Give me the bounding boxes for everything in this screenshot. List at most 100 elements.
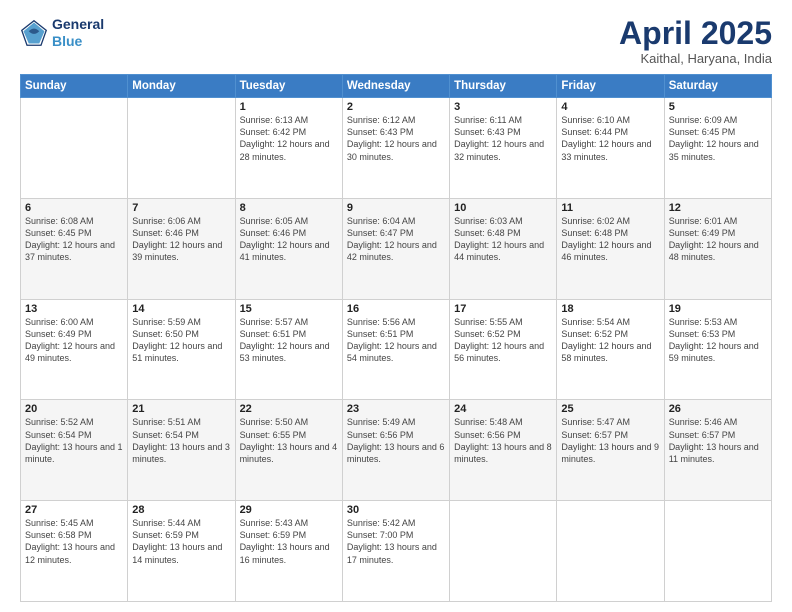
cell-info: Sunrise: 6:09 AMSunset: 6:45 PMDaylight:… <box>669 115 759 161</box>
day-number: 28 <box>132 504 230 516</box>
cell-info: Sunrise: 5:57 AMSunset: 6:51 PMDaylight:… <box>240 317 330 363</box>
logo-text: General Blue <box>52 16 104 50</box>
weekday-header-tuesday: Tuesday <box>235 75 342 98</box>
cell-info: Sunrise: 5:52 AMSunset: 6:54 PMDaylight:… <box>25 417 123 463</box>
cell-info: Sunrise: 6:03 AMSunset: 6:48 PMDaylight:… <box>454 216 544 262</box>
day-number: 2 <box>347 101 445 113</box>
calendar-cell: 9Sunrise: 6:04 AMSunset: 6:47 PMDaylight… <box>342 198 449 299</box>
calendar-cell: 2 Sunrise: 6:12 AMSunset: 6:43 PMDaylight… <box>342 98 449 199</box>
calendar-cell: 15 Sunrise: 5:57 AMSunset: 6:51 PMDayligh… <box>235 299 342 400</box>
cell-info: Sunrise: 6:00 AMSunset: 6:49 PMDaylight:… <box>25 317 115 363</box>
cell-info: Sunrise: 5:51 AMSunset: 6:54 PMDaylight:… <box>132 417 230 463</box>
day-number: 14 <box>132 303 230 315</box>
cell-info: Sunrise: 5:45 AMSunset: 6:58 PMDaylight:… <box>25 518 115 564</box>
calendar-cell: 6Sunrise: 6:08 AMSunset: 6:45 PMDaylight… <box>21 198 128 299</box>
day-number: 27 <box>25 504 123 516</box>
calendar-cell: 19Sunrise: 5:53 AMSunset: 6:53 PMDayligh… <box>664 299 771 400</box>
calendar-cell: 21 Sunrise: 5:51 AMSunset: 6:54 PMDayligh… <box>128 400 235 501</box>
cell-info: Sunrise: 6:10 AMSunset: 6:44 PMDaylight:… <box>561 115 651 161</box>
day-number: 21 <box>132 403 230 415</box>
day-number: 8 <box>240 202 338 214</box>
calendar-cell <box>21 98 128 199</box>
weekday-header-thursday: Thursday <box>450 75 557 98</box>
day-number: 16 <box>347 303 445 315</box>
weekday-header-saturday: Saturday <box>664 75 771 98</box>
cell-info: Sunrise: 5:54 AMSunset: 6:52 PMDaylight:… <box>561 317 651 363</box>
day-number: 17 <box>454 303 552 315</box>
calendar-cell: 26 Sunrise: 5:46 AMSunset: 6:57 PMDayligh… <box>664 400 771 501</box>
calendar-cell: 11 Sunrise: 6:02 AMSunset: 6:48 PMDayligh… <box>557 198 664 299</box>
logo: General Blue <box>20 16 104 50</box>
cell-info: Sunrise: 6:05 AMSunset: 6:46 PMDaylight:… <box>240 216 330 262</box>
calendar-cell: 30 Sunrise: 5:42 AMSunset: 7:00 PMDayligh… <box>342 501 449 602</box>
calendar-table: SundayMondayTuesdayWednesdayThursdayFrid… <box>20 74 772 602</box>
calendar-cell: 7 Sunrise: 6:06 AMSunset: 6:46 PMDaylight… <box>128 198 235 299</box>
calendar-cell: 3Sunrise: 6:11 AMSunset: 6:43 PMDaylight… <box>450 98 557 199</box>
day-number: 24 <box>454 403 552 415</box>
month-title: April 2025 <box>619 16 772 51</box>
calendar-cell: 14Sunrise: 5:59 AMSunset: 6:50 PMDayligh… <box>128 299 235 400</box>
day-number: 20 <box>25 403 123 415</box>
title-block: April 2025 Kaithal, Haryana, India <box>619 16 772 66</box>
day-number: 10 <box>454 202 552 214</box>
day-number: 7 <box>132 202 230 214</box>
calendar-cell: 23 Sunrise: 5:49 AMSunset: 6:56 PMDayligh… <box>342 400 449 501</box>
calendar-cell: 4 Sunrise: 6:10 AMSunset: 6:44 PMDaylight… <box>557 98 664 199</box>
calendar-cell: 13 Sunrise: 6:00 AMSunset: 6:49 PMDayligh… <box>21 299 128 400</box>
week-row-1: 1Sunrise: 6:13 AMSunset: 6:42 PMDaylight… <box>21 98 772 199</box>
calendar-cell <box>557 501 664 602</box>
day-number: 6 <box>25 202 123 214</box>
cell-info: Sunrise: 5:43 AMSunset: 6:59 PMDaylight:… <box>240 518 330 564</box>
weekday-header-row: SundayMondayTuesdayWednesdayThursdayFrid… <box>21 75 772 98</box>
cell-info: Sunrise: 6:13 AMSunset: 6:42 PMDaylight:… <box>240 115 330 161</box>
calendar-cell <box>128 98 235 199</box>
calendar-cell: 27 Sunrise: 5:45 AMSunset: 6:58 PMDayligh… <box>21 501 128 602</box>
calendar-cell: 5 Sunrise: 6:09 AMSunset: 6:45 PMDaylight… <box>664 98 771 199</box>
day-number: 30 <box>347 504 445 516</box>
cell-info: Sunrise: 6:04 AMSunset: 6:47 PMDaylight:… <box>347 216 437 262</box>
day-number: 4 <box>561 101 659 113</box>
cell-info: Sunrise: 5:46 AMSunset: 6:57 PMDaylight:… <box>669 417 759 463</box>
logo-icon <box>20 19 48 47</box>
calendar-cell: 10 Sunrise: 6:03 AMSunset: 6:48 PMDayligh… <box>450 198 557 299</box>
calendar-cell: 20 Sunrise: 5:52 AMSunset: 6:54 PMDayligh… <box>21 400 128 501</box>
cell-info: Sunrise: 5:47 AMSunset: 6:57 PMDaylight:… <box>561 417 659 463</box>
calendar-cell <box>664 501 771 602</box>
cell-info: Sunrise: 6:02 AMSunset: 6:48 PMDaylight:… <box>561 216 651 262</box>
day-number: 22 <box>240 403 338 415</box>
day-number: 11 <box>561 202 659 214</box>
page: General Blue April 2025 Kaithal, Haryana… <box>0 0 792 612</box>
cell-info: Sunrise: 6:06 AMSunset: 6:46 PMDaylight:… <box>132 216 222 262</box>
cell-info: Sunrise: 5:56 AMSunset: 6:51 PMDaylight:… <box>347 317 437 363</box>
weekday-header-wednesday: Wednesday <box>342 75 449 98</box>
header: General Blue April 2025 Kaithal, Haryana… <box>20 16 772 66</box>
calendar-cell: 28Sunrise: 5:44 AMSunset: 6:59 PMDayligh… <box>128 501 235 602</box>
calendar-cell: 22 Sunrise: 5:50 AMSunset: 6:55 PMDayligh… <box>235 400 342 501</box>
cell-info: Sunrise: 6:12 AMSunset: 6:43 PMDaylight:… <box>347 115 437 161</box>
day-number: 13 <box>25 303 123 315</box>
week-row-2: 6Sunrise: 6:08 AMSunset: 6:45 PMDaylight… <box>21 198 772 299</box>
cell-info: Sunrise: 6:01 AMSunset: 6:49 PMDaylight:… <box>669 216 759 262</box>
calendar-cell: 29 Sunrise: 5:43 AMSunset: 6:59 PMDayligh… <box>235 501 342 602</box>
day-number: 12 <box>669 202 767 214</box>
day-number: 26 <box>669 403 767 415</box>
calendar-cell: 1Sunrise: 6:13 AMSunset: 6:42 PMDaylight… <box>235 98 342 199</box>
cell-info: Sunrise: 5:42 AMSunset: 7:00 PMDaylight:… <box>347 518 437 564</box>
calendar-cell: 8 Sunrise: 6:05 AMSunset: 6:46 PMDaylight… <box>235 198 342 299</box>
calendar-cell: 16 Sunrise: 5:56 AMSunset: 6:51 PMDayligh… <box>342 299 449 400</box>
week-row-5: 27 Sunrise: 5:45 AMSunset: 6:58 PMDayligh… <box>21 501 772 602</box>
cell-info: Sunrise: 6:11 AMSunset: 6:43 PMDaylight:… <box>454 115 544 161</box>
cell-info: Sunrise: 5:53 AMSunset: 6:53 PMDaylight:… <box>669 317 759 363</box>
day-number: 23 <box>347 403 445 415</box>
day-number: 5 <box>669 101 767 113</box>
calendar-cell: 24Sunrise: 5:48 AMSunset: 6:56 PMDayligh… <box>450 400 557 501</box>
calendar-cell: 18 Sunrise: 5:54 AMSunset: 6:52 PMDayligh… <box>557 299 664 400</box>
cell-info: Sunrise: 5:55 AMSunset: 6:52 PMDaylight:… <box>454 317 544 363</box>
cell-info: Sunrise: 5:49 AMSunset: 6:56 PMDaylight:… <box>347 417 445 463</box>
cell-info: Sunrise: 5:50 AMSunset: 6:55 PMDaylight:… <box>240 417 338 463</box>
calendar-cell <box>450 501 557 602</box>
day-number: 29 <box>240 504 338 516</box>
day-number: 18 <box>561 303 659 315</box>
calendar-cell: 25Sunrise: 5:47 AMSunset: 6:57 PMDayligh… <box>557 400 664 501</box>
day-number: 15 <box>240 303 338 315</box>
